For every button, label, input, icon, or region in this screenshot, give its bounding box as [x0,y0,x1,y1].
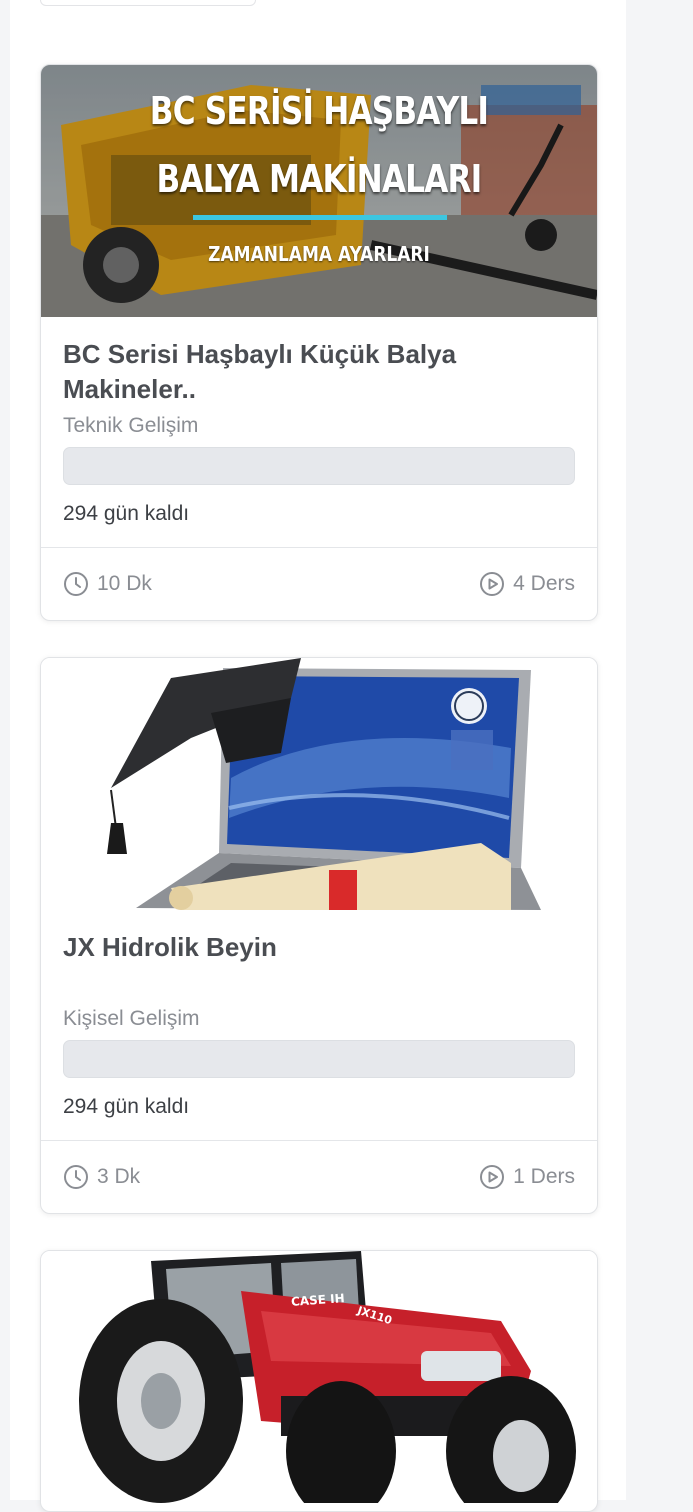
course-lessons-text: 1 Ders [513,1165,575,1188]
course-title[interactable]: JX Hidrolik Beyin [63,930,575,1000]
banner-title-line1: BC SERİSİ HAŞBAYLI [149,89,489,133]
clock-icon [64,572,88,596]
banner-title-line2: BALYA MAKİNALARI [156,157,483,201]
clock-icon [64,1165,88,1189]
course-thumbnail[interactable] [41,658,597,910]
graduation-laptop-photo-icon [41,658,597,910]
course-duration-text: 10 Dk [97,572,152,595]
course-thumbnail[interactable]: CASE IH JX110 [41,1251,597,1503]
course-category: Teknik Gelişim [63,414,199,437]
course-progress-bar [63,447,575,485]
red-tractor-photo-icon [41,1251,597,1503]
course-card-body: BC Serisi Haşbaylı Küçük Balya Makineler… [41,317,597,547]
course-title[interactable]: BC Serisi Haşbaylı Küçük Balya Makineler… [63,337,575,407]
previous-card-edge [40,0,256,6]
course-remaining-time: 294 gün kaldı [63,502,190,525]
course-progress-bar [63,1040,575,1078]
course-card[interactable]: JX Hidrolik Beyin Kişisel Gelişim 294 gü… [40,657,598,1214]
course-thumbnail[interactable]: BC SERİSİ HAŞBAYLI BALYA MAKİNALARI ZAMA… [41,65,597,317]
course-lessons-text: 4 Ders [513,572,575,595]
course-card-body: JX Hidrolik Beyin Kişisel Gelişim 294 gü… [41,910,597,1140]
course-lessons: 4 Ders [479,571,575,597]
course-lessons: 1 Ders [479,1164,575,1190]
course-duration: 3 Dk [63,1164,140,1190]
play-circle-icon [480,572,505,596]
course-duration-text: 3 Dk [97,1165,141,1188]
course-card-footer: 3 Dk 1 Ders [41,1140,597,1213]
course-duration: 10 Dk [63,571,152,597]
course-remaining-time: 294 gün kaldı [63,1095,190,1118]
course-category: Kişisel Gelişim [63,1007,200,1030]
course-card[interactable]: BC SERİSİ HAŞBAYLI BALYA MAKİNALARI ZAMA… [40,64,598,621]
play-circle-icon [480,1165,505,1189]
course-card[interactable]: CASE IH JX110 [40,1250,598,1512]
banner-subtitle: ZAMANLAMA AYARLARI [208,242,430,266]
course-card-footer: 10 Dk 4 Ders [41,547,597,620]
